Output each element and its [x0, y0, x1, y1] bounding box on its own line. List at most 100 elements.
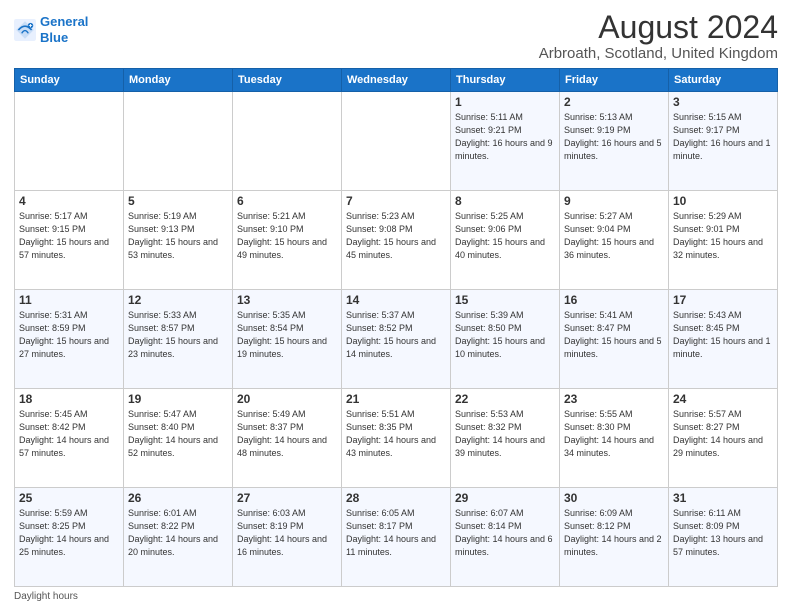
- calendar-cell: 29 Sunrise: 6:07 AM Sunset: 8:14 PM Dayli…: [451, 488, 560, 587]
- col-header-wednesday: Wednesday: [342, 69, 451, 92]
- col-header-monday: Monday: [124, 69, 233, 92]
- calendar-cell: 19 Sunrise: 5:47 AM Sunset: 8:40 PM Dayli…: [124, 389, 233, 488]
- day-number: 29: [455, 491, 555, 505]
- day-detail: Sunrise: 5:19 AM Sunset: 9:13 PM Dayligh…: [128, 210, 228, 262]
- day-number: 28: [346, 491, 446, 505]
- day-number: 20: [237, 392, 337, 406]
- calendar-week-1: 1Sunrise: 5:11 AM Sunset: 9:21 PM Daylig…: [15, 92, 778, 191]
- day-detail: Sunrise: 5:59 AM Sunset: 8:25 PM Dayligh…: [19, 507, 119, 559]
- day-number: 7: [346, 194, 446, 208]
- day-detail: Sunrise: 6:09 AM Sunset: 8:12 PM Dayligh…: [564, 507, 664, 559]
- calendar-cell: 22Sunrise: 5:53 AM Sunset: 8:32 PM Dayli…: [451, 389, 560, 488]
- day-detail: Sunrise: 5:35 AM Sunset: 8:54 PM Dayligh…: [237, 309, 337, 361]
- footer-note-text: Daylight hours: [14, 591, 78, 602]
- calendar-cell: 24Sunrise: 5:57 AM Sunset: 8:27 PM Dayli…: [669, 389, 778, 488]
- logo-line1: General: [40, 14, 88, 29]
- day-detail: Sunrise: 6:03 AM Sunset: 8:19 PM Dayligh…: [237, 507, 337, 559]
- day-number: 4: [19, 194, 119, 208]
- col-header-tuesday: Tuesday: [233, 69, 342, 92]
- calendar-cell: 20Sunrise: 5:49 AM Sunset: 8:37 PM Dayli…: [233, 389, 342, 488]
- col-header-friday: Friday: [560, 69, 669, 92]
- day-number: 24: [673, 392, 773, 406]
- day-number: 26: [128, 491, 228, 505]
- calendar-cell: 5Sunrise: 5:19 AM Sunset: 9:13 PM Daylig…: [124, 191, 233, 290]
- day-number: 15: [455, 293, 555, 307]
- logo-line2: Blue: [40, 30, 68, 45]
- day-number: 11: [19, 293, 119, 307]
- day-detail: Sunrise: 5:31 AM Sunset: 8:59 PM Dayligh…: [19, 309, 119, 361]
- calendar-body: 1Sunrise: 5:11 AM Sunset: 9:21 PM Daylig…: [15, 92, 778, 587]
- calendar-cell: 4 Sunrise: 5:17 AM Sunset: 9:15 PM Daylig…: [15, 191, 124, 290]
- day-number: 10: [673, 194, 773, 208]
- day-detail: Sunrise: 5:41 AM Sunset: 8:47 PM Dayligh…: [564, 309, 664, 361]
- day-detail: Sunrise: 5:27 AM Sunset: 9:04 PM Dayligh…: [564, 210, 664, 262]
- day-number: 13: [237, 293, 337, 307]
- day-detail: Sunrise: 6:07 AM Sunset: 8:14 PM Dayligh…: [455, 507, 555, 559]
- logo-text: General Blue: [40, 14, 88, 45]
- calendar-table: SundayMondayTuesdayWednesdayThursdayFrid…: [14, 68, 778, 587]
- day-detail: Sunrise: 5:25 AM Sunset: 9:06 PM Dayligh…: [455, 210, 555, 262]
- day-number: 3: [673, 95, 773, 109]
- calendar-cell: 25 Sunrise: 5:59 AM Sunset: 8:25 PM Dayli…: [15, 488, 124, 587]
- day-detail: Sunrise: 5:37 AM Sunset: 8:52 PM Dayligh…: [346, 309, 446, 361]
- calendar-cell: [233, 92, 342, 191]
- logo: General Blue: [14, 14, 88, 45]
- day-detail: Sunrise: 5:39 AM Sunset: 8:50 PM Dayligh…: [455, 309, 555, 361]
- day-number: 21: [346, 392, 446, 406]
- day-detail: Sunrise: 5:15 AM Sunset: 9:17 PM Dayligh…: [673, 111, 773, 163]
- calendar-cell: 26Sunrise: 6:01 AM Sunset: 8:22 PM Dayli…: [124, 488, 233, 587]
- logo-icon: [14, 19, 36, 41]
- day-detail: Sunrise: 6:11 AM Sunset: 8:09 PM Dayligh…: [673, 507, 773, 559]
- calendar-cell: 16Sunrise: 5:41 AM Sunset: 8:47 PM Dayli…: [560, 290, 669, 389]
- calendar-cell: 8 Sunrise: 5:25 AM Sunset: 9:06 PM Daylig…: [451, 191, 560, 290]
- calendar-cell: 15 Sunrise: 5:39 AM Sunset: 8:50 PM Dayli…: [451, 290, 560, 389]
- col-header-sunday: Sunday: [15, 69, 124, 92]
- day-number: 30: [564, 491, 664, 505]
- calendar-cell: 21Sunrise: 5:51 AM Sunset: 8:35 PM Dayli…: [342, 389, 451, 488]
- day-number: 17: [673, 293, 773, 307]
- calendar-cell: 6 Sunrise: 5:21 AM Sunset: 9:10 PM Daylig…: [233, 191, 342, 290]
- day-number: 23: [564, 392, 664, 406]
- col-header-saturday: Saturday: [669, 69, 778, 92]
- page: General Blue August 2024 Arbroath, Scotl…: [0, 0, 792, 612]
- col-header-thursday: Thursday: [451, 69, 560, 92]
- calendar-header: SundayMondayTuesdayWednesdayThursdayFrid…: [15, 69, 778, 92]
- day-detail: Sunrise: 5:45 AM Sunset: 8:42 PM Dayligh…: [19, 408, 119, 460]
- day-number: 1: [455, 95, 555, 109]
- day-number: 9: [564, 194, 664, 208]
- calendar-week-3: 11 Sunrise: 5:31 AM Sunset: 8:59 PM Dayli…: [15, 290, 778, 389]
- calendar-cell: 13 Sunrise: 5:35 AM Sunset: 8:54 PM Dayli…: [233, 290, 342, 389]
- day-number: 8: [455, 194, 555, 208]
- day-number: 6: [237, 194, 337, 208]
- calendar-cell: 18Sunrise: 5:45 AM Sunset: 8:42 PM Dayli…: [15, 389, 124, 488]
- day-detail: Sunrise: 5:17 AM Sunset: 9:15 PM Dayligh…: [19, 210, 119, 262]
- calendar-cell: 23Sunrise: 5:55 AM Sunset: 8:30 PM Dayli…: [560, 389, 669, 488]
- day-number: 19: [128, 392, 228, 406]
- header: General Blue August 2024 Arbroath, Scotl…: [14, 10, 778, 62]
- calendar-cell: 12Sunrise: 5:33 AM Sunset: 8:57 PM Dayli…: [124, 290, 233, 389]
- calendar-cell: 3 Sunrise: 5:15 AM Sunset: 9:17 PM Daylig…: [669, 92, 778, 191]
- calendar-cell: 1Sunrise: 5:11 AM Sunset: 9:21 PM Daylig…: [451, 92, 560, 191]
- calendar-cell: 27Sunrise: 6:03 AM Sunset: 8:19 PM Dayli…: [233, 488, 342, 587]
- day-detail: Sunrise: 5:47 AM Sunset: 8:40 PM Dayligh…: [128, 408, 228, 460]
- calendar-cell: 17Sunrise: 5:43 AM Sunset: 8:45 PM Dayli…: [669, 290, 778, 389]
- day-number: 22: [455, 392, 555, 406]
- day-detail: Sunrise: 5:21 AM Sunset: 9:10 PM Dayligh…: [237, 210, 337, 262]
- day-number: 25: [19, 491, 119, 505]
- calendar-cell: 11 Sunrise: 5:31 AM Sunset: 8:59 PM Dayli…: [15, 290, 124, 389]
- calendar-week-2: 4 Sunrise: 5:17 AM Sunset: 9:15 PM Daylig…: [15, 191, 778, 290]
- calendar-cell: [124, 92, 233, 191]
- subtitle: Arbroath, Scotland, United Kingdom: [539, 45, 778, 62]
- day-detail: Sunrise: 5:13 AM Sunset: 9:19 PM Dayligh…: [564, 111, 664, 163]
- day-number: 14: [346, 293, 446, 307]
- calendar-cell: 28 Sunrise: 6:05 AM Sunset: 8:17 PM Dayli…: [342, 488, 451, 587]
- calendar-cell: 7Sunrise: 5:23 AM Sunset: 9:08 PM Daylig…: [342, 191, 451, 290]
- calendar-cell: 2Sunrise: 5:13 AM Sunset: 9:19 PM Daylig…: [560, 92, 669, 191]
- calendar-week-4: 18Sunrise: 5:45 AM Sunset: 8:42 PM Dayli…: [15, 389, 778, 488]
- main-title: August 2024: [539, 10, 778, 45]
- day-number: 31: [673, 491, 773, 505]
- day-detail: Sunrise: 6:05 AM Sunset: 8:17 PM Dayligh…: [346, 507, 446, 559]
- title-block: August 2024 Arbroath, Scotland, United K…: [539, 10, 778, 62]
- calendar-cell: 14 Sunrise: 5:37 AM Sunset: 8:52 PM Dayli…: [342, 290, 451, 389]
- footer-note: Daylight hours: [14, 591, 778, 602]
